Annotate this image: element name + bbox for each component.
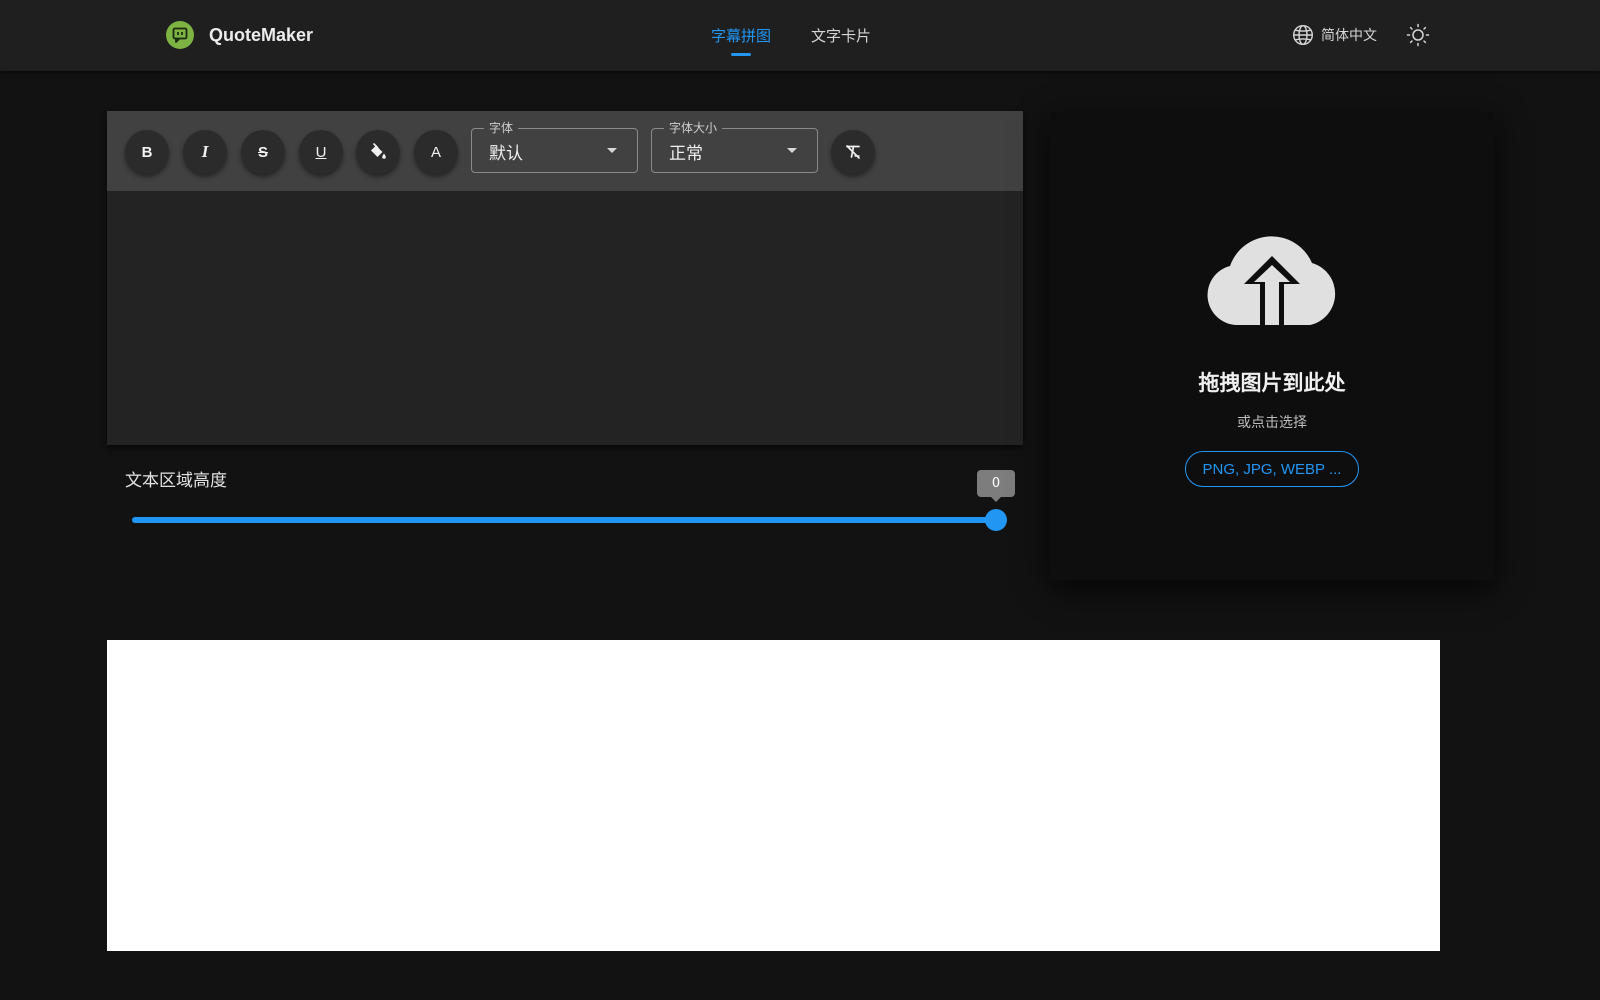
font-family-value: 默认	[489, 144, 523, 164]
caret-down-icon	[787, 148, 797, 153]
paint-bucket-icon	[371, 143, 386, 159]
supported-formats-label: PNG, JPG, WEBP ...	[1202, 460, 1342, 478]
slider-value: 0	[991, 476, 1001, 491]
font-family-label: 字体	[484, 120, 519, 136]
italic-icon: I	[201, 142, 209, 161]
clear-format-button[interactable]	[831, 130, 875, 174]
caret-down-icon	[607, 148, 617, 153]
quote-bubble-icon	[166, 21, 194, 49]
image-upload-dropzone[interactable]: 拖拽图片到此处 或点击选择 PNG, JPG, WEBP ...	[1050, 111, 1494, 580]
text-color-button[interactable]: A	[414, 130, 458, 174]
globe-icon	[1292, 24, 1314, 46]
main-tabs: 字幕拼图 文字卡片	[704, 0, 904, 71]
slider-thumb[interactable]	[985, 509, 1007, 531]
font-size-value: 正常	[669, 144, 703, 164]
fill-color-button[interactable]	[356, 130, 400, 174]
rich-text-editor: B I S U A 字体 默认 字体大小 正常	[107, 111, 1023, 445]
text-area-height-slider[interactable]: 0	[132, 470, 1015, 532]
tab-subtitle-collage[interactable]: 字幕拼图	[704, 0, 778, 71]
font-size-select[interactable]: 字体大小 正常	[651, 120, 818, 173]
language-selector[interactable]: 简体中文	[1292, 24, 1377, 46]
strikethrough-icon: S	[257, 143, 268, 161]
slider-track	[132, 517, 996, 523]
editor-text-area[interactable]	[107, 191, 1023, 445]
upload-title: 拖拽图片到此处	[1198, 371, 1346, 395]
font-family-select[interactable]: 字体 默认	[471, 120, 638, 173]
app-header: QuoteMaker 字幕拼图 文字卡片 简体中文	[0, 0, 1600, 71]
font-size-label: 字体大小	[664, 120, 723, 136]
tab-label: 字幕拼图	[711, 27, 772, 45]
upload-subtitle: 或点击选择	[1237, 415, 1307, 431]
theme-toggle-button[interactable]	[1406, 23, 1430, 47]
tab-text-card[interactable]: 文字卡片	[804, 0, 878, 71]
cloud-upload-icon	[1207, 236, 1336, 325]
underline-button[interactable]: U	[299, 130, 343, 174]
sun-icon	[1406, 23, 1430, 47]
italic-button[interactable]: I	[183, 130, 227, 174]
language-label: 简体中文	[1321, 28, 1377, 44]
tab-label: 文字卡片	[811, 27, 872, 45]
text-color-icon: A	[430, 143, 441, 161]
formatting-toolbar: B I S U A 字体 默认 字体大小 正常	[107, 111, 1023, 191]
supported-formats-chip: PNG, JPG, WEBP ...	[1185, 451, 1359, 487]
bold-icon: B	[141, 143, 153, 161]
slider-value-tooltip: 0	[977, 470, 1015, 502]
clear-format-icon	[846, 145, 860, 159]
preview-canvas	[107, 640, 1440, 951]
brand[interactable]: QuoteMaker	[166, 21, 313, 49]
underline-icon: U	[315, 143, 327, 161]
bold-button[interactable]: B	[125, 130, 169, 174]
strikethrough-button[interactable]: S	[241, 130, 285, 174]
app-name: QuoteMaker	[209, 24, 314, 45]
text-area-height-label: 文本区域高度	[125, 471, 227, 491]
